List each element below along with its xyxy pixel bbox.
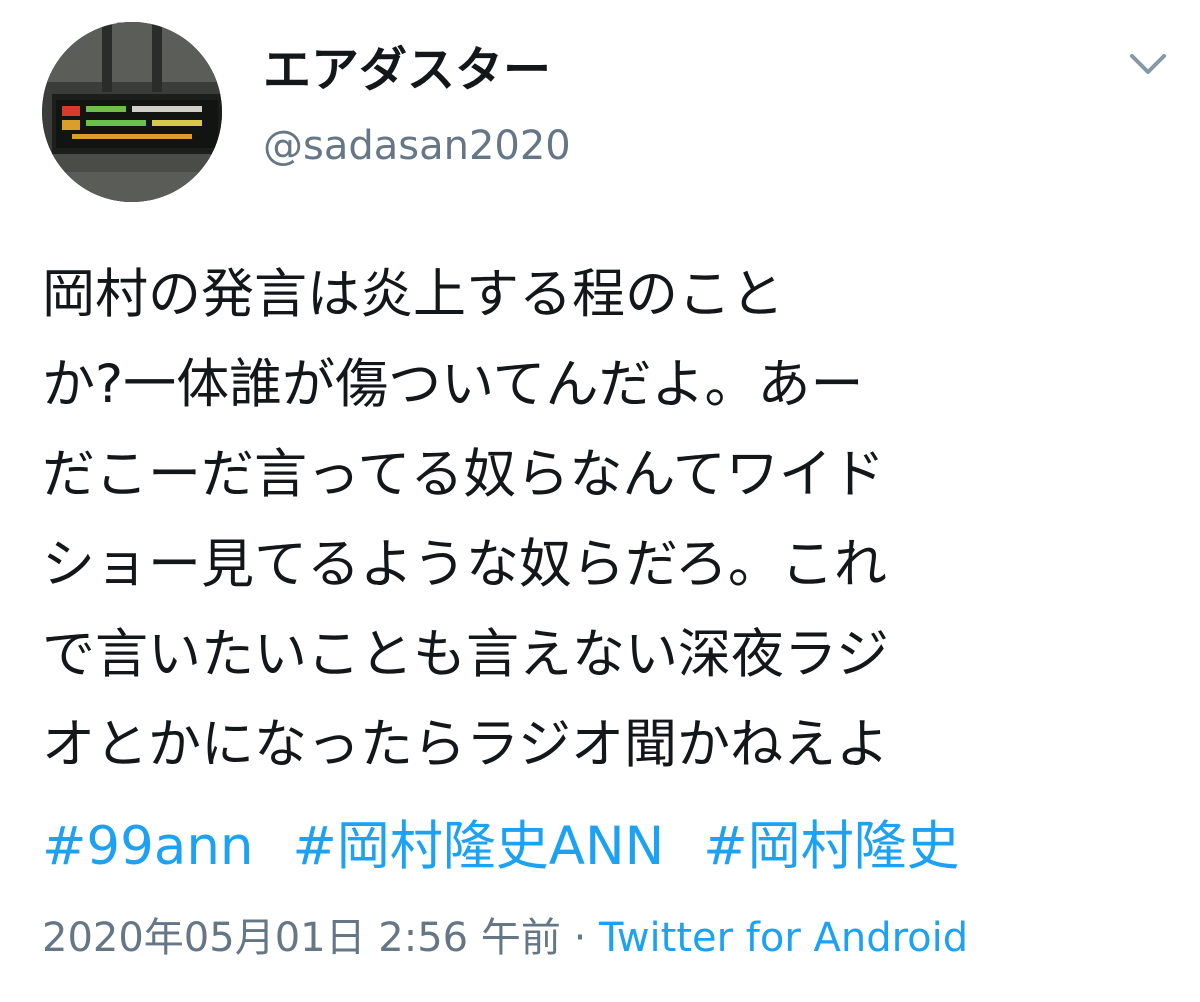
tweet-source-link[interactable]: Twitter for Android: [599, 915, 968, 961]
tweet-text-line: 岡村の発言は炎上する程のこと: [42, 264, 784, 325]
chevron-down-icon: [1130, 54, 1166, 74]
avatar[interactable]: [42, 22, 222, 202]
more-options-button[interactable]: [1124, 46, 1172, 82]
meta-separator: ·: [560, 915, 600, 961]
tweet-text-line: ショー見てるような奴らだろ。これ: [42, 534, 887, 595]
tweet-text-line: オとかになったらラジオ聞かねえよ: [42, 714, 889, 775]
tweet-timestamp[interactable]: 2020年05月01日 2:56 午前: [42, 915, 561, 961]
tweet-text: 岡村の発言は炎上する程のこと か?一体誰が傷ついてんだよ。あー だこーだ言ってる…: [42, 250, 1172, 790]
hashtag-row: #99ann #岡村隆史ANN #岡村隆史: [42, 802, 982, 892]
tweet-text-line: で言いたいことも言えない深夜ラジ: [42, 624, 889, 685]
hashtag-link[interactable]: #岡村隆史ANN: [292, 816, 664, 877]
tweet-text-line: か?一体誰が傷ついてんだよ。あー: [42, 354, 864, 415]
hashtag-link[interactable]: #岡村隆史: [703, 816, 959, 877]
tweet-meta: 2020年05月01日 2:56 午前 · Twitter for Androi…: [42, 910, 968, 966]
display-name[interactable]: エアダスター: [263, 42, 551, 98]
station-board-photo: [42, 22, 222, 202]
tweet-text-line: だこーだ言ってる奴らなんてワイド: [42, 444, 885, 505]
hashtag-link[interactable]: #99ann: [42, 816, 254, 877]
user-handle[interactable]: @sadasan2020: [263, 122, 571, 170]
